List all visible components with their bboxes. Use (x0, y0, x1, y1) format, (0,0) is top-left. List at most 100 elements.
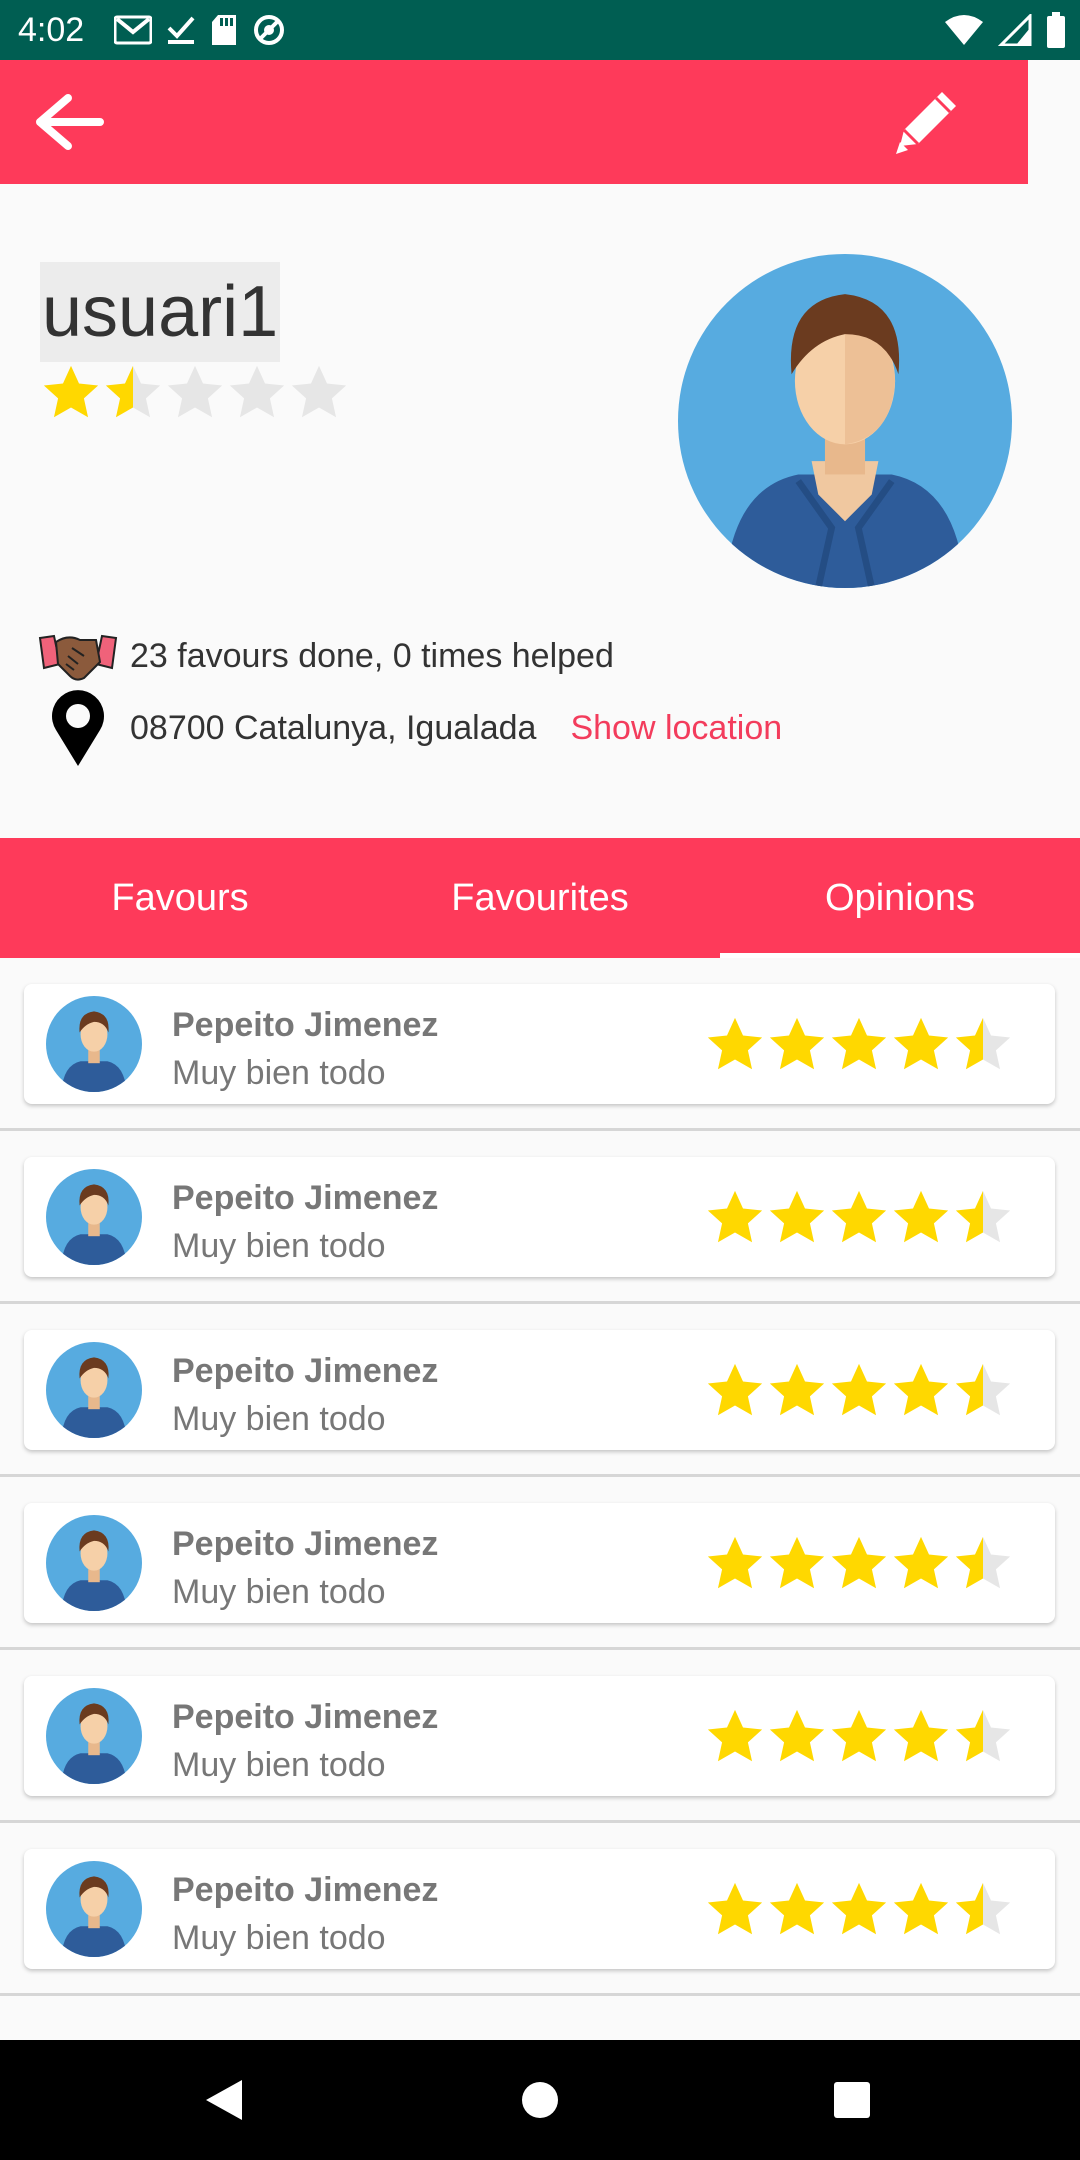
reviewer-name: Pepeito Jimenez (172, 1698, 439, 1736)
star-icon (831, 1363, 887, 1416)
reviewer-name: Pepeito Jimenez (172, 1525, 439, 1563)
nav-home-button[interactable] (510, 2070, 570, 2130)
star-icon (769, 1709, 825, 1762)
star-icon (167, 365, 223, 418)
system-nav-bar (0, 2040, 1080, 2160)
reviewer-name: Pepeito Jimenez (172, 1871, 439, 1909)
list-item[interactable]: Pepeito Jimenez Muy bien todo (0, 1131, 1080, 1304)
star-icon (707, 1536, 763, 1589)
favours-stat: 23 favours done, 0 times helped (36, 616, 614, 696)
profile-tabs: Favours Favourites Opinions (0, 838, 1080, 958)
review-rating (704, 1360, 1014, 1422)
star-icon (955, 1882, 1011, 1935)
list-item[interactable]: Pepeito Jimenez Muy bien todo (0, 1304, 1080, 1477)
person-avatar-icon (46, 1861, 142, 1957)
review-rating (704, 1533, 1014, 1595)
opinion-card[interactable]: Pepeito Jimenez Muy bien todo (24, 1676, 1055, 1796)
star-icon (893, 1709, 949, 1762)
star-icon (831, 1882, 887, 1935)
app-bar (0, 60, 1028, 184)
list-item[interactable]: Pepeito Jimenez Muy bien todo (0, 958, 1080, 1131)
person-avatar-icon (46, 1515, 142, 1611)
favours-text: 23 favours done, 0 times helped (130, 636, 614, 675)
username: usuari1 (40, 262, 281, 362)
review-comment: Muy bien todo (172, 1746, 386, 1784)
star-icon (769, 1882, 825, 1935)
location-pin-icon (36, 688, 120, 768)
opinions-list[interactable]: Pepeito Jimenez Muy bien todo Pepeito Ji… (0, 958, 1080, 1996)
show-location-link[interactable]: Show location (570, 709, 782, 748)
avatar (46, 1169, 142, 1265)
star-icon (43, 365, 99, 418)
star-icon (893, 1190, 949, 1243)
nav-back-button[interactable] (196, 2070, 256, 2130)
system-icons (944, 12, 1066, 48)
avatar (46, 1861, 142, 1957)
sync-icon (254, 15, 284, 45)
review-comment: Muy bien todo (172, 1919, 386, 1957)
review-comment: Muy bien todo (172, 1573, 386, 1611)
star-icon (955, 1536, 1011, 1589)
star-icon (707, 1190, 763, 1243)
person-avatar-icon (46, 1688, 142, 1784)
list-item[interactable]: Pepeito Jimenez Muy bien todo (0, 1823, 1080, 1996)
star-icon (769, 1190, 825, 1243)
opinion-card[interactable]: Pepeito Jimenez Muy bien todo (24, 984, 1055, 1104)
star-icon (831, 1536, 887, 1589)
avatar (46, 1342, 142, 1438)
checkmark-icon (167, 16, 195, 44)
star-icon (955, 1709, 1011, 1762)
back-triangle-icon (206, 2080, 242, 2120)
tab-favourites[interactable]: Favourites (360, 838, 720, 958)
star-icon (707, 1709, 763, 1762)
profile-avatar[interactable] (678, 254, 1012, 588)
star-icon (707, 1882, 763, 1935)
opinion-card[interactable]: Pepeito Jimenez Muy bien todo (24, 1849, 1055, 1969)
star-icon (831, 1017, 887, 1070)
status-bar: 4:02 (0, 0, 1080, 60)
wifi-icon (945, 15, 983, 45)
battery-icon (1047, 12, 1065, 48)
star-icon (831, 1709, 887, 1762)
review-rating (704, 1014, 1014, 1076)
star-icon (707, 1017, 763, 1070)
star-icon (769, 1363, 825, 1416)
tab-opinions[interactable]: Opinions (720, 838, 1080, 958)
star-icon (707, 1363, 763, 1416)
list-item[interactable]: Pepeito Jimenez Muy bien todo (0, 1477, 1080, 1650)
reviewer-name: Pepeito Jimenez (172, 1352, 439, 1390)
star-icon (955, 1363, 1011, 1416)
person-avatar-icon (678, 254, 1012, 588)
list-item[interactable]: Pepeito Jimenez Muy bien todo (0, 1650, 1080, 1823)
tab-favours[interactable]: Favours (0, 838, 360, 958)
reviewer-name: Pepeito Jimenez (172, 1179, 439, 1217)
location-text: 08700 Catalunya, Igualada (130, 708, 537, 747)
avatar (46, 996, 142, 1092)
user-rating (40, 362, 350, 424)
star-icon (291, 365, 347, 418)
home-circle-icon (522, 2082, 558, 2118)
nav-recents-button[interactable] (822, 2070, 882, 2130)
star-icon (831, 1190, 887, 1243)
back-button[interactable] (28, 92, 108, 152)
location-stat: 08700 Catalunya, Igualada Show location (36, 688, 782, 768)
notification-icons (114, 12, 286, 48)
sd-card-icon (212, 15, 236, 45)
star-icon (229, 365, 285, 418)
star-icon (893, 1882, 949, 1935)
recents-square-icon (834, 2082, 870, 2118)
star-icon (893, 1536, 949, 1589)
person-avatar-icon (46, 1342, 142, 1438)
opinion-card[interactable]: Pepeito Jimenez Muy bien todo (24, 1157, 1055, 1277)
review-comment: Muy bien todo (172, 1400, 386, 1438)
star-icon (955, 1017, 1011, 1070)
opinion-card[interactable]: Pepeito Jimenez Muy bien todo (24, 1330, 1055, 1450)
opinion-card[interactable]: Pepeito Jimenez Muy bien todo (24, 1503, 1055, 1623)
star-icon (893, 1363, 949, 1416)
star-icon (955, 1190, 1011, 1243)
star-icon (105, 365, 161, 418)
status-time: 4:02 (18, 11, 85, 49)
edit-profile-button[interactable] (888, 82, 968, 162)
review-rating (704, 1706, 1014, 1768)
person-avatar-icon (46, 1169, 142, 1265)
